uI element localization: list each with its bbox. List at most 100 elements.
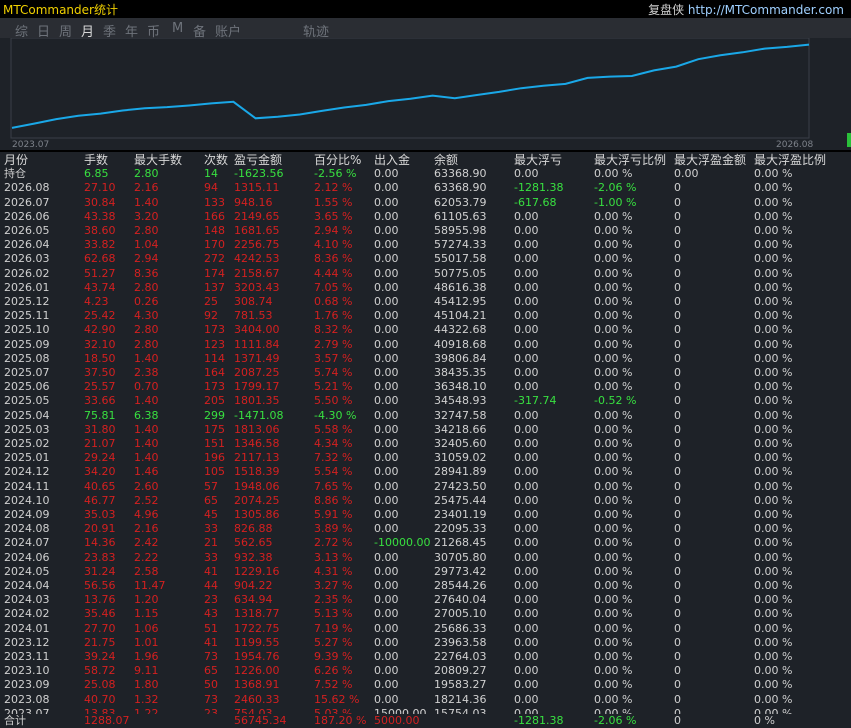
month-cell: 2024.07 xyxy=(4,536,50,550)
table-row[interactable]: 2024.10 46.77 2.52 65 2074.25 8.86 % 0.00 25475… xyxy=(0,494,851,508)
table-row[interactable]: 2026.05 38.60 2.80 148 1681.65 2.94 % 0.00 5895… xyxy=(0,224,851,238)
table-row[interactable]: 2025.01 29.24 1.40 196 2117.13 7.32 % 0.00 3105… xyxy=(0,451,851,465)
max-float-profit-cell: 0 xyxy=(674,692,681,706)
max-float-profit-cell: 0 xyxy=(674,351,681,365)
table-row[interactable]: 2024.12 34.20 1.46 105 1518.39 5.54 % 0.00 2894… xyxy=(0,465,851,479)
count-cell: 92 xyxy=(204,309,218,323)
x-tick-start: 2023.07 xyxy=(12,140,50,150)
table-row[interactable]: 2025.09 32.10 2.80 123 1111.84 2.79 % 0.00 4091… xyxy=(0,338,851,352)
table-row[interactable]: 2023.11 39.24 1.96 73 1954.76 9.39 % 0.00 22764… xyxy=(0,650,851,664)
lots-cell: 31.24 xyxy=(84,564,116,578)
table-row[interactable]: 2025.03 31.80 1.40 175 1813.06 5.58 % 0.00 3421… xyxy=(0,423,851,437)
percent-cell: 7.19 % xyxy=(314,621,353,635)
percent-cell: 2.94 % xyxy=(314,224,353,237)
month-cell: 2025.12 xyxy=(4,295,50,308)
max-float-loss-cell: 0.00 xyxy=(514,508,539,521)
balance-cell: 30705.80 xyxy=(434,550,487,564)
table-row[interactable]: 2024.04 56.56 11.47 44 904.22 3.27 % 0.00 28544… xyxy=(0,579,851,593)
max-float-loss-pct-cell: 0.00 % xyxy=(594,209,633,223)
table-row[interactable]: 2025.07 37.50 2.38 164 2087.25 5.74 % 0.00 3843… xyxy=(0,366,851,380)
table-row[interactable]: 2025.11 25.42 4.30 92 781.53 1.76 % 0.00 45104.… xyxy=(0,309,851,323)
table-row[interactable]: 2023.12 21.75 1.01 41 1199.55 5.27 % 0.00 23963… xyxy=(0,636,851,650)
deposit-cell: 0.00 xyxy=(374,167,399,181)
max-float-profit-pct-cell: 0.00 % xyxy=(754,522,793,536)
brand-link[interactable]: http://MTCommander.com xyxy=(688,3,844,17)
max-float-loss-cell: 0.00 xyxy=(514,564,539,578)
chart-frame xyxy=(10,38,810,139)
lots-cell: 25.08 xyxy=(84,678,116,692)
table-row[interactable]: 2023.08 40.70 1.32 73 2460.33 15.62 % 0.00 1821… xyxy=(0,693,851,707)
table-row[interactable]: 2025.10 42.90 2.80 173 3404.00 8.32 % 0.00 4432… xyxy=(0,323,851,337)
count-cell: 148 xyxy=(204,224,225,237)
table-row[interactable]: 2026.08 27.10 2.16 94 1315.11 2.12 % 0.00 63368… xyxy=(0,181,851,195)
holding-row[interactable]: 持仓 6.85 2.80 14 -1623.56 -2.56 % 0.00 63368.90 0… xyxy=(0,167,851,181)
table-row[interactable]: 2025.08 18.50 1.40 114 1371.49 3.57 % 0.00 3980… xyxy=(0,352,851,366)
table-row[interactable]: 2026.06 43.38 3.20 166 2149.65 3.65 % 0.00 6110… xyxy=(0,210,851,224)
max-lots-cell: 2.58 xyxy=(134,564,159,578)
pnl-cell: 1801.35 xyxy=(234,394,280,408)
lots-cell: 75.81 xyxy=(84,408,116,422)
balance-cell: 57274.33 xyxy=(434,238,487,252)
pnl-cell: 2256.75 xyxy=(234,238,280,252)
table-row[interactable]: 2026.03 62.68 2.94 272 4242.53 8.36 % 0.00 5501… xyxy=(0,252,851,266)
table-row[interactable]: 2024.02 35.46 1.15 43 1318.77 5.13 % 0.00 27005… xyxy=(0,607,851,621)
count-cell: 45 xyxy=(204,508,218,521)
month-cell: 2025.07 xyxy=(4,366,50,379)
percent-cell: 3.27 % xyxy=(314,579,353,592)
scroll-indicator[interactable] xyxy=(847,133,851,147)
balance-cell: 45412.95 xyxy=(434,295,487,308)
total-deposit-cell: 5000.00 xyxy=(374,714,420,727)
table-row[interactable]: 2023.09 25.08 1.80 50 1368.91 7.52 % 0.00 19583… xyxy=(0,678,851,692)
count-cell: 123 xyxy=(204,337,225,351)
table-row[interactable]: 2025.06 25.57 0.70 173 1799.17 5.21 % 0.00 3634… xyxy=(0,380,851,394)
max-float-loss-cell: 0.00 xyxy=(514,621,539,635)
lots-cell: 手数 xyxy=(84,153,109,167)
table-row[interactable]: 2024.05 31.24 2.58 41 1229.16 4.31 % 0.00 29773… xyxy=(0,565,851,579)
table-row[interactable]: 2025.12 4.23 0.26 25 308.74 0.68 % 0.00 45412.9… xyxy=(0,295,851,309)
balance-cell: 32405.60 xyxy=(434,437,487,450)
lots-cell: 62.68 xyxy=(84,252,116,266)
percent-cell: 9.39 % xyxy=(314,650,353,663)
table-row[interactable]: 2026.02 51.27 8.36 174 2158.67 4.44 % 0.00 5077… xyxy=(0,267,851,281)
brand-name: 复盘侠 xyxy=(648,3,685,17)
max-float-loss-cell: 0.00 xyxy=(514,479,539,493)
table-row[interactable]: 2024.08 20.91 2.16 33 826.88 3.89 % 0.00 22095.… xyxy=(0,522,851,536)
max-float-loss-cell: 0.00 xyxy=(514,422,539,436)
percent-cell: -4.30 % xyxy=(314,408,357,422)
tab-7[interactable]: M xyxy=(172,21,183,36)
table-row[interactable]: 2025.04 75.81 6.38 299 -1471.08 -4.30 % 0.00 32… xyxy=(0,409,851,423)
table-row[interactable]: 2024.11 40.65 2.60 57 1948.06 7.65 % 0.00 27423… xyxy=(0,480,851,494)
month-cell: 2023.10 xyxy=(4,664,50,678)
table-row[interactable]: 2025.05 33.66 1.40 205 1801.35 5.50 % 0.00 3454… xyxy=(0,394,851,408)
max-float-profit-pct-cell: 0.00 % xyxy=(754,621,793,635)
table-row[interactable]: 2024.09 35.03 4.96 45 1305.86 5.91 % 0.00 23401… xyxy=(0,508,851,522)
table-row[interactable]: 2024.03 13.76 1.20 23 634.94 2.35 % 0.00 27640.… xyxy=(0,593,851,607)
max-float-profit-pct-cell: 0.00 % xyxy=(754,280,793,294)
balance-cell: 55017.58 xyxy=(434,252,487,266)
month-cell: 2026.03 xyxy=(4,252,50,266)
month-cell: 2026.04 xyxy=(4,238,50,252)
table-row[interactable]: 2026.04 33.82 1.04 170 2256.75 4.10 % 0.00 5727… xyxy=(0,238,851,252)
max-float-loss-cell: 0.00 xyxy=(514,550,539,564)
table-row[interactable]: 2024.06 23.83 2.22 33 932.38 3.13 % 0.00 30705.… xyxy=(0,551,851,565)
table-row[interactable]: 2024.07 14.36 2.42 21 562.65 2.72 % -10000.00 2… xyxy=(0,536,851,550)
table-row[interactable]: 2026.07 30.84 1.40 133 948.16 1.55 % 0.00 62053… xyxy=(0,196,851,210)
balance-cell: 28941.89 xyxy=(434,465,487,479)
lots-cell: 43.38 xyxy=(84,209,116,223)
deposit-cell: 0.00 xyxy=(374,550,399,564)
balance-chart-svg xyxy=(10,38,810,139)
pnl-cell: 2117.13 xyxy=(234,451,280,465)
table-row[interactable]: 2025.02 21.07 1.40 151 1346.58 4.34 % 0.00 3240… xyxy=(0,437,851,451)
table-row[interactable]: 2024.01 27.70 1.06 51 1722.75 7.19 % 0.00 25686… xyxy=(0,622,851,636)
count-cell: 196 xyxy=(204,451,225,465)
table-row[interactable]: 2026.01 43.74 2.80 137 3203.43 7.05 % 0.00 4861… xyxy=(0,281,851,295)
max-float-profit-cell: 0 xyxy=(674,337,681,351)
pnl-cell: 2460.33 xyxy=(234,692,280,706)
max-float-loss-cell: 0.00 xyxy=(514,366,539,379)
table-header[interactable]: 月份 手数 最大手数 次数 盈亏金额 百分比% 出入金 余额 最大浮亏 最大浮亏比例 最大浮盈金额最… xyxy=(0,153,851,167)
max-float-profit-pct-cell: 最大浮盈比例 xyxy=(754,153,827,167)
max-float-loss-cell: 0.00 xyxy=(514,167,539,181)
deposit-cell: 0.00 xyxy=(374,309,399,323)
max-lots-cell: 1.15 xyxy=(134,607,159,621)
table-row[interactable]: 2023.10 58.72 9.11 65 1226.00 6.26 % 0.00 20809… xyxy=(0,664,851,678)
